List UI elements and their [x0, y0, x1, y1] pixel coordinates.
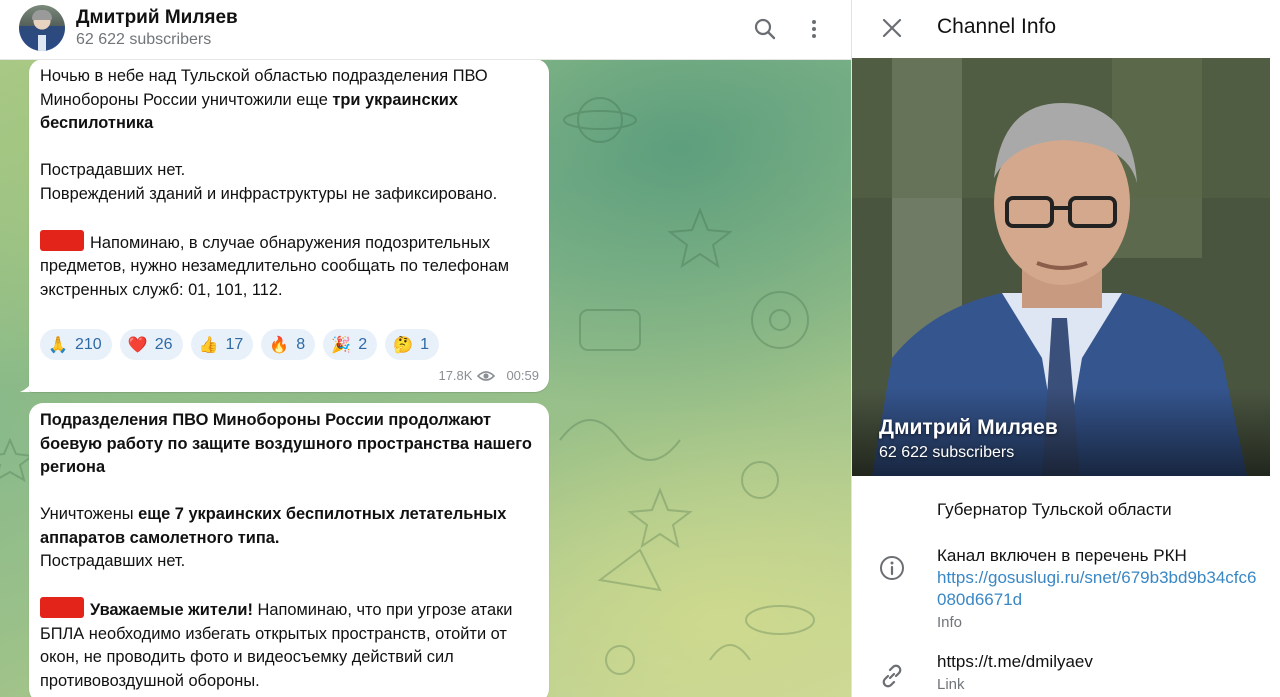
info-header: Channel Info [852, 0, 1280, 58]
reaction-fire[interactable]: 🔥 8 [261, 329, 316, 360]
chat-subscribers: 62 622 subscribers [76, 31, 212, 48]
message-text: Ночью в небе над Тульской областью подра… [40, 65, 538, 302]
message-text: Подразделения ПВО Минобороны России прод… [40, 409, 538, 693]
reaction-count: 1 [420, 335, 430, 353]
message-text-line: Пострадавших нет. [40, 552, 186, 570]
reaction-heart[interactable]: ❤️ 26 [119, 329, 183, 360]
reaction-count: 17 [225, 335, 244, 353]
rkn-link[interactable]: https://gosuslugi.ru/snet/679b3bd9b34cfc… [937, 567, 1257, 611]
channel-link-label: Link [937, 676, 965, 693]
message-text-bold: Подразделения ПВО Минобороны России прод… [40, 411, 532, 476]
description-text: Губернатор Тульской области [937, 500, 1172, 519]
channel-link[interactable]: https://t.me/dmilyaev [937, 651, 1257, 673]
more-options-button[interactable] [797, 12, 831, 46]
reaction-count: 210 [75, 335, 102, 353]
info-title: Channel Info [937, 15, 1057, 38]
reactions-bar: 🙏 210 ❤️ 26 👍 17 🔥 8 🎉 2 🤔 1 [40, 329, 440, 360]
message-bubble[interactable]: Подразделения ПВО Минобороны России прод… [29, 403, 549, 697]
message-time: 00:59 [506, 368, 539, 383]
party-popper-icon: 🎉 [331, 336, 352, 354]
profile-photo[interactable]: Дмитрий Миляев 62 622 subscribers [852, 58, 1270, 476]
thumbs-up-icon: 👍 [198, 336, 219, 354]
close-button[interactable] [876, 12, 908, 44]
reaction-thinking[interactable]: 🤔 1 [385, 329, 440, 360]
profile-name: Дмитрий Миляев [879, 416, 1058, 439]
reaction-count: 26 [154, 335, 173, 353]
channel-description: Губернатор Тульской области [937, 499, 1257, 521]
more-vertical-icon [812, 20, 816, 38]
info-icon [878, 554, 906, 582]
profile-subscribers: 62 622 subscribers [879, 444, 1015, 461]
close-icon [882, 18, 902, 38]
reaction-count: 2 [358, 335, 368, 353]
channel-link-row[interactable]: https://t.me/dmilyaev Link [937, 651, 1257, 693]
rkn-text: Канал включен в перечень РКН [937, 546, 1187, 565]
thinking-face-icon: 🤔 [393, 336, 414, 354]
eye-icon [477, 370, 496, 381]
chat-header[interactable]: Дмитрий Миляев 62 622 subscribers [0, 0, 851, 60]
profile-portrait [852, 58, 1270, 476]
chat-panel: Дмитрий Миляев 62 622 subscribers Ночью … [0, 0, 851, 697]
fire-icon: 🔥 [269, 336, 290, 354]
chat-title[interactable]: Дмитрий Миляев [76, 7, 238, 29]
message-meta: 17.8K 00:59 [438, 368, 539, 383]
message-bubble[interactable]: Ночью в небе над Тульской областью подра… [29, 59, 549, 392]
search-button[interactable] [748, 12, 782, 46]
channel-info-panel: Channel Info Дмитрий Миляев 62 622 subsc… [851, 0, 1280, 697]
pray-icon: 🙏 [48, 336, 68, 354]
search-icon [754, 18, 776, 40]
heart-icon: ❤️ [127, 336, 148, 354]
message-text-line: Повреждений зданий и инфраструктуры не з… [40, 184, 498, 203]
message-text-part: Напоминаю, в случае обнаружения подозрит… [40, 233, 509, 299]
red-marker-emoji [40, 229, 84, 251]
message-text-part: Уничтожены [40, 505, 139, 523]
message-text-bold: Уважаемые жители! [90, 601, 253, 619]
reaction-party[interactable]: 🎉 2 [323, 329, 378, 360]
view-count: 17.8K [438, 368, 473, 383]
red-marker-emoji [40, 597, 84, 618]
rkn-label: Info [937, 614, 963, 631]
channel-avatar[interactable] [19, 5, 65, 51]
message-text-line: Пострадавших нет. [40, 161, 186, 179]
rkn-info-row: Канал включен в перечень РКН https://gos… [937, 545, 1257, 631]
reaction-pray[interactable]: 🙏 210 [40, 329, 112, 360]
reaction-thumbs-up[interactable]: 👍 17 [190, 329, 254, 360]
reaction-count: 8 [296, 335, 306, 353]
link-icon [878, 662, 906, 690]
